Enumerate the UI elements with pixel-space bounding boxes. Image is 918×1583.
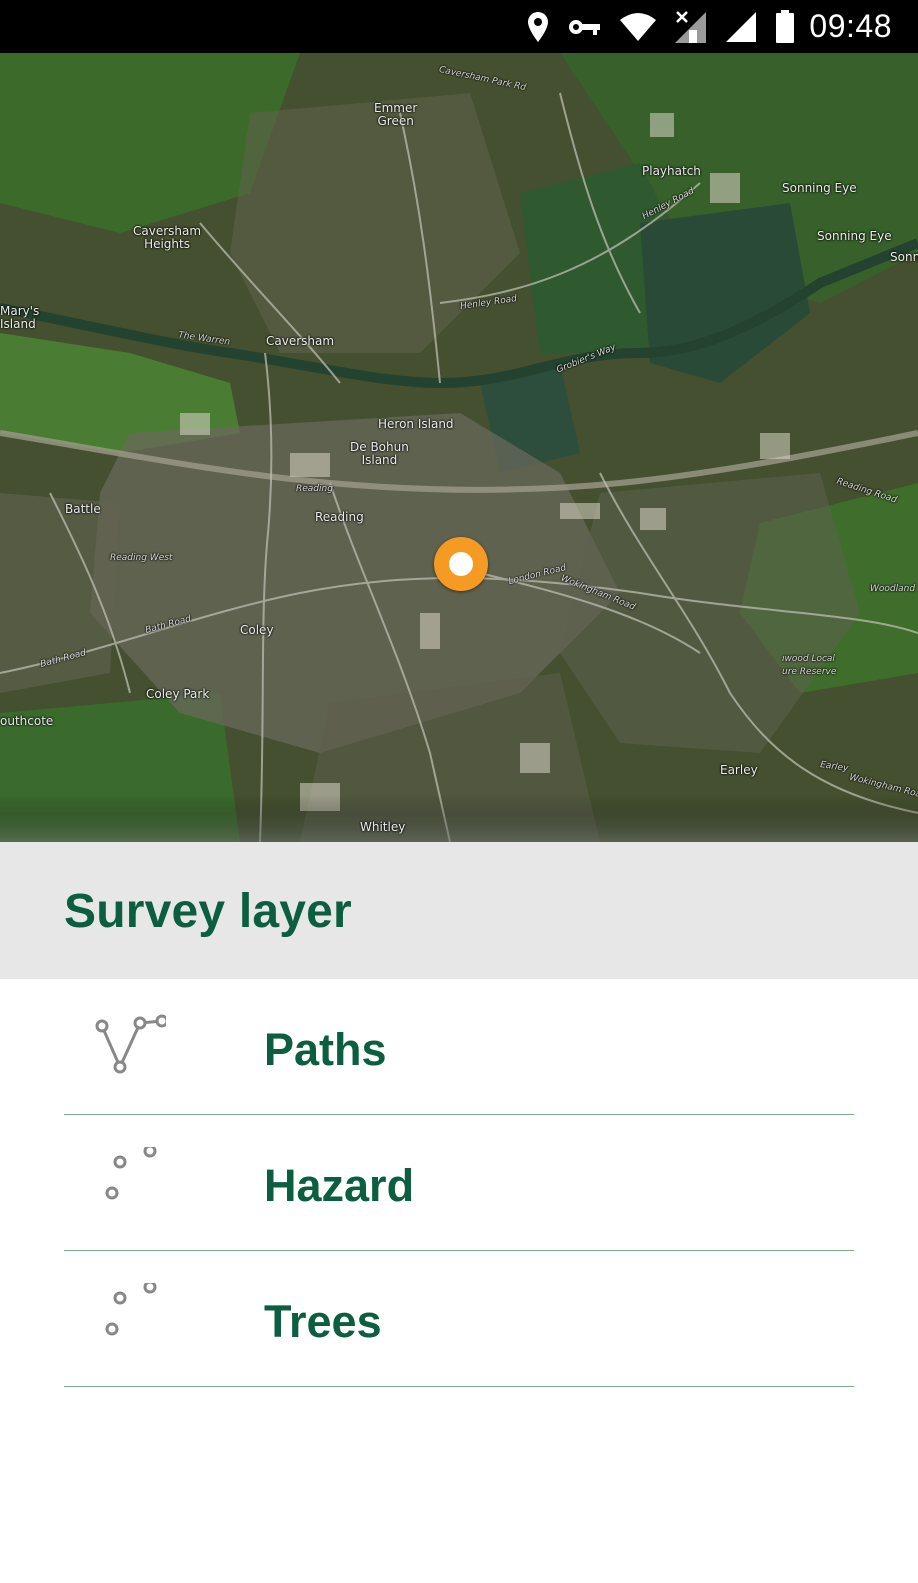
map-label: De Bohun Island xyxy=(350,440,409,467)
map-label: Heron Island xyxy=(378,417,454,431)
map-label: Caversham Heights xyxy=(133,224,202,251)
map-label: Earley xyxy=(720,763,758,777)
layer-item-paths[interactable]: Paths xyxy=(64,979,854,1115)
map-label: Caversham xyxy=(266,334,335,348)
map-label: outhcote xyxy=(0,714,54,728)
map-label: Whitley xyxy=(360,820,406,834)
layer-label: Paths xyxy=(264,1024,387,1075)
points-icon xyxy=(92,1144,166,1217)
cell-signal-icon xyxy=(725,11,757,43)
layer-item-hazard[interactable]: Hazard xyxy=(64,1115,854,1251)
map-label: Mary's Island xyxy=(0,304,40,331)
location-pin-icon xyxy=(527,11,549,43)
map-label: Sonning Eye xyxy=(782,181,857,195)
layer-list: Paths Hazard Trees xyxy=(0,979,918,1387)
road-label: Reading West xyxy=(110,553,173,563)
road-label: Reading xyxy=(296,484,333,494)
layer-label: Hazard xyxy=(264,1160,415,1211)
satellite-imagery xyxy=(0,53,918,842)
map-label: Reading xyxy=(315,510,364,524)
status-clock: 09:48 xyxy=(809,8,892,44)
map-label: ıwood Local ure Reserve xyxy=(782,654,837,677)
vpn-key-icon xyxy=(567,17,601,37)
map-label: Playhatch xyxy=(642,164,701,178)
map-label: Coley xyxy=(240,623,274,637)
sheet-title: Survey layer xyxy=(64,885,352,938)
wifi-icon xyxy=(619,12,657,42)
map-label: Coley Park xyxy=(146,687,210,701)
map-label: Sonn xyxy=(890,250,918,264)
location-marker-center xyxy=(449,552,473,576)
layer-item-trees[interactable]: Trees xyxy=(64,1251,854,1387)
map-view[interactable]: Emmer Green Playhatch Sonning Eye Sonnin… xyxy=(0,53,918,842)
points-icon xyxy=(92,1280,166,1353)
map-label: Battle xyxy=(65,502,101,516)
no-data-signal-icon xyxy=(675,10,707,44)
sheet-header: Survey layer xyxy=(0,842,918,979)
battery-icon xyxy=(775,9,795,44)
location-marker[interactable] xyxy=(434,537,488,591)
line-path-icon xyxy=(92,1011,169,1081)
map-label: Sonning Eye xyxy=(817,229,892,243)
map-label: Emmer Green xyxy=(374,101,418,128)
layer-label: Trees xyxy=(264,1296,382,1347)
status-bar: 09:48 xyxy=(0,0,918,53)
road-label: Woodland xyxy=(870,584,916,594)
